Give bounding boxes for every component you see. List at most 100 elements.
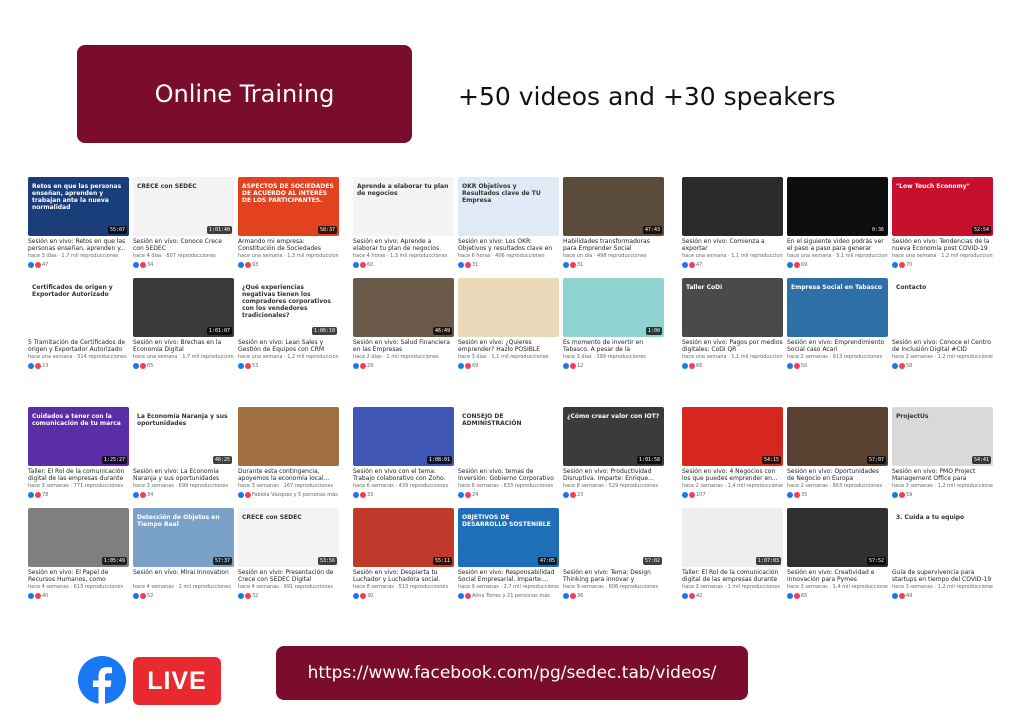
video-title[interactable]: Habilidades transformadoras para Emprend… (563, 238, 664, 252)
video-title[interactable]: Guía de supervivencia para startups en t… (892, 569, 993, 583)
video-title[interactable]: Sesión en vivo: Tema: Design Thinking pa… (563, 569, 664, 583)
video-thumbnail[interactable]: "Low Touch Economy" 52:54 (892, 177, 993, 236)
reactions[interactable]: Alina Torres y 21 personas más (458, 592, 550, 599)
video-title[interactable]: Sesión en vivo: PMO Project Management O… (892, 468, 993, 482)
reactions[interactable]: 23 (563, 491, 583, 498)
reactions[interactable]: 53 (238, 362, 258, 369)
reactions[interactable]: 60 (353, 261, 373, 268)
reactions[interactable]: 12 (563, 362, 583, 369)
video-card[interactable]: 57:07 Sesión en vivo: Oportunidades de Ne… (787, 407, 888, 499)
reactions[interactable]: 78 (28, 491, 48, 498)
reactions[interactable]: 69 (787, 261, 807, 268)
reactions[interactable]: 23 (28, 362, 48, 369)
reactions[interactable]: 34 (133, 491, 153, 498)
video-card[interactable]: 3. Cuida a tu equipo Guía de supervivenci… (892, 508, 993, 600)
video-title[interactable]: Sesión en vivo: La Economía Naranja y su… (133, 468, 234, 482)
video-card[interactable]: CONSEJO DE ADMINISTRACIÓN Sesión en vivo,… (458, 407, 559, 499)
reactions[interactable]: 107 (682, 491, 706, 498)
video-title[interactable]: Sesión en vivo: El Papel de Recursos Hum… (28, 569, 129, 583)
video-card[interactable]: ASPECTOS DE SOCIEDADES DE ACUERDO AL INT… (238, 177, 339, 269)
video-title[interactable]: Sesión en vivo: Conoce el Centro de Incl… (892, 339, 993, 353)
video-card[interactable]: Retos en que las personas enseñan, apren… (28, 177, 129, 269)
video-card[interactable]: 1:05:49 Sesión en vivo: El Papel de Recur… (28, 508, 129, 600)
reactions[interactable]: 24 (458, 491, 478, 498)
video-title[interactable]: Sesión en vivo con el tema: Trabajo cola… (353, 468, 454, 482)
video-card[interactable]: 57:02 Sesión en vivo: Tema: Design Thinki… (563, 508, 664, 600)
video-title[interactable]: Sesión en vivo: 4 Negocios con los que p… (682, 468, 783, 482)
reactions[interactable]: 59 (892, 491, 912, 498)
video-card[interactable]: CRECE con SEDEC 53:56 Sesión en vivo: Pres… (238, 508, 339, 600)
facebook-videos-url[interactable]: https://www.facebook.com/pg/sedec.tab/vi… (276, 646, 748, 700)
video-title[interactable]: Sesión en vivo: Creatividad e innovación… (787, 569, 888, 583)
video-thumbnail[interactable]: 57:02 (563, 508, 664, 567)
reactions[interactable]: 65 (787, 592, 807, 599)
video-thumbnail[interactable]: OKR Objetivos y Resultados clave de TU E… (458, 177, 559, 236)
reactions[interactable]: 93 (238, 261, 258, 268)
reactions[interactable]: 32 (238, 592, 258, 599)
video-card[interactable]: Detección de Objetos en Tiempo Real 57:37… (133, 508, 234, 600)
reactions[interactable]: 36 (563, 592, 583, 599)
video-title[interactable]: Sesión en vivo: Aprende a elaborar tu pl… (353, 238, 454, 252)
video-thumbnail[interactable]: CRECE con SEDEC 53:56 (238, 508, 339, 567)
video-card[interactable]: OKR Objetivos y Resultados clave de TU E… (458, 177, 559, 269)
video-card[interactable]: 55:11 Sesión en vivo: Despierta tu Luchad… (353, 508, 454, 600)
video-title[interactable]: Sesión en vivo: Oportunidades de Negocio… (787, 468, 888, 482)
reactions[interactable]: 31 (458, 261, 478, 268)
video-card[interactable]: "Low Touch Economy" 52:54 Sesión en vivo: … (892, 177, 993, 269)
video-thumbnail[interactable]: Taller CoDi (682, 278, 783, 337)
video-thumbnail[interactable]: Contacto (892, 278, 993, 337)
video-thumbnail[interactable]: Aprende a elaborar tu plan de negocios (353, 177, 454, 236)
video-card[interactable]: 54:15 Sesión en vivo: 4 Negocios con los … (682, 407, 783, 499)
video-card[interactable]: 57:52 Sesión en vivo: Creatividad e innov… (787, 508, 888, 600)
video-thumbnail[interactable]: 0:36 (787, 177, 888, 236)
reactions[interactable]: 31 (563, 261, 583, 268)
video-title[interactable]: Sesión en vivo, temas de Inversión: Gobi… (458, 468, 559, 482)
video-card[interactable]: ProjectUs 54:41 Sesión en vivo: PMO Projec… (892, 407, 993, 499)
video-thumbnail[interactable]: 1:00 (563, 278, 664, 337)
reactions[interactable]: 29 (353, 362, 373, 369)
video-card[interactable]: Taller CoDi Sesión en vivo: Pagos por med… (682, 278, 783, 370)
video-thumbnail[interactable]: Empresa Social en Tabasco (787, 278, 888, 337)
video-thumbnail[interactable]: ASPECTOS DE SOCIEDADES DE ACUERDO AL INT… (238, 177, 339, 236)
video-thumbnail[interactable]: Cuidados a tener con la comunicación de … (28, 407, 129, 466)
video-thumbnail[interactable] (682, 177, 783, 236)
video-card[interactable]: Sesión en vivo: Comienza a exportar hace … (682, 177, 783, 269)
video-card[interactable]: 1:01:07 Sesión en vivo: Brechas en la Eco… (133, 278, 234, 370)
reactions[interactable]: 47 (28, 261, 48, 268)
video-thumbnail[interactable]: 47:43 (563, 177, 664, 236)
reactions[interactable]: 35 (787, 491, 807, 498)
video-title[interactable]: Sesión en vivo: Salud Financiera en las … (353, 339, 454, 353)
video-thumbnail[interactable]: 1:08:01 (353, 407, 454, 466)
reactions[interactable]: 66 (682, 362, 702, 369)
video-card[interactable]: ¿Qué experiencias negativas tienen los c… (238, 278, 339, 370)
video-thumbnail[interactable]: ¿Qué experiencias negativas tienen los c… (238, 278, 339, 337)
reactions[interactable]: 65 (133, 362, 153, 369)
reactions[interactable]: 33 (353, 491, 373, 498)
reactions[interactable]: 42 (682, 592, 702, 599)
video-thumbnail[interactable] (238, 407, 339, 466)
video-card[interactable]: Sesión en vivo: ¿Quieres emprender? Hazl… (458, 278, 559, 370)
video-title[interactable]: 5 Tramitación de Certificados de origen … (28, 339, 129, 353)
video-title[interactable]: Sesión en vivo: Tendencias de la nueva E… (892, 238, 993, 252)
video-card[interactable]: Empresa Social en Tabasco Sesión en vivo:… (787, 278, 888, 370)
video-thumbnail[interactable]: CONSEJO DE ADMINISTRACIÓN (458, 407, 559, 466)
reactions[interactable]: 47 (682, 261, 702, 268)
video-title[interactable]: Taller: El Rol de la comunicación digita… (682, 569, 783, 583)
reactions[interactable]: 58 (892, 362, 912, 369)
video-title[interactable]: En el siguiente video podrás ver el paso… (787, 238, 888, 252)
video-card[interactable]: CRECE con SEDEC 1:01:40 Sesión en vivo: Co… (133, 177, 234, 269)
video-title[interactable]: Durante esta contingencia, apoyemos la e… (238, 468, 339, 482)
video-thumbnail[interactable]: 55:11 (353, 508, 454, 567)
video-title[interactable]: Sesión en vivo: Comienza a exportar (682, 238, 783, 252)
reactions[interactable]: 34 (133, 261, 153, 268)
video-title[interactable]: Taller: El Rol de la comunicación digita… (28, 468, 129, 482)
video-thumbnail[interactable]: 54:15 (682, 407, 783, 466)
reactions[interactable]: 30 (353, 592, 373, 599)
video-title[interactable]: Sesión en vivo: Pagos por medios digital… (682, 339, 783, 353)
video-card[interactable]: Certificados de origen y Exportador Auto… (28, 278, 129, 370)
video-card[interactable]: Contacto Sesión en vivo: Conoce el Centro… (892, 278, 993, 370)
video-card[interactable]: Aprende a elaborar tu plan de negocios Se… (353, 177, 454, 269)
reactions[interactable]: 49 (892, 592, 912, 599)
reactions[interactable]: Fabiola Vázquez y 5 personas más (238, 491, 338, 498)
video-title[interactable]: Sesión en vivo: Productividad Disruptiva… (563, 468, 664, 482)
